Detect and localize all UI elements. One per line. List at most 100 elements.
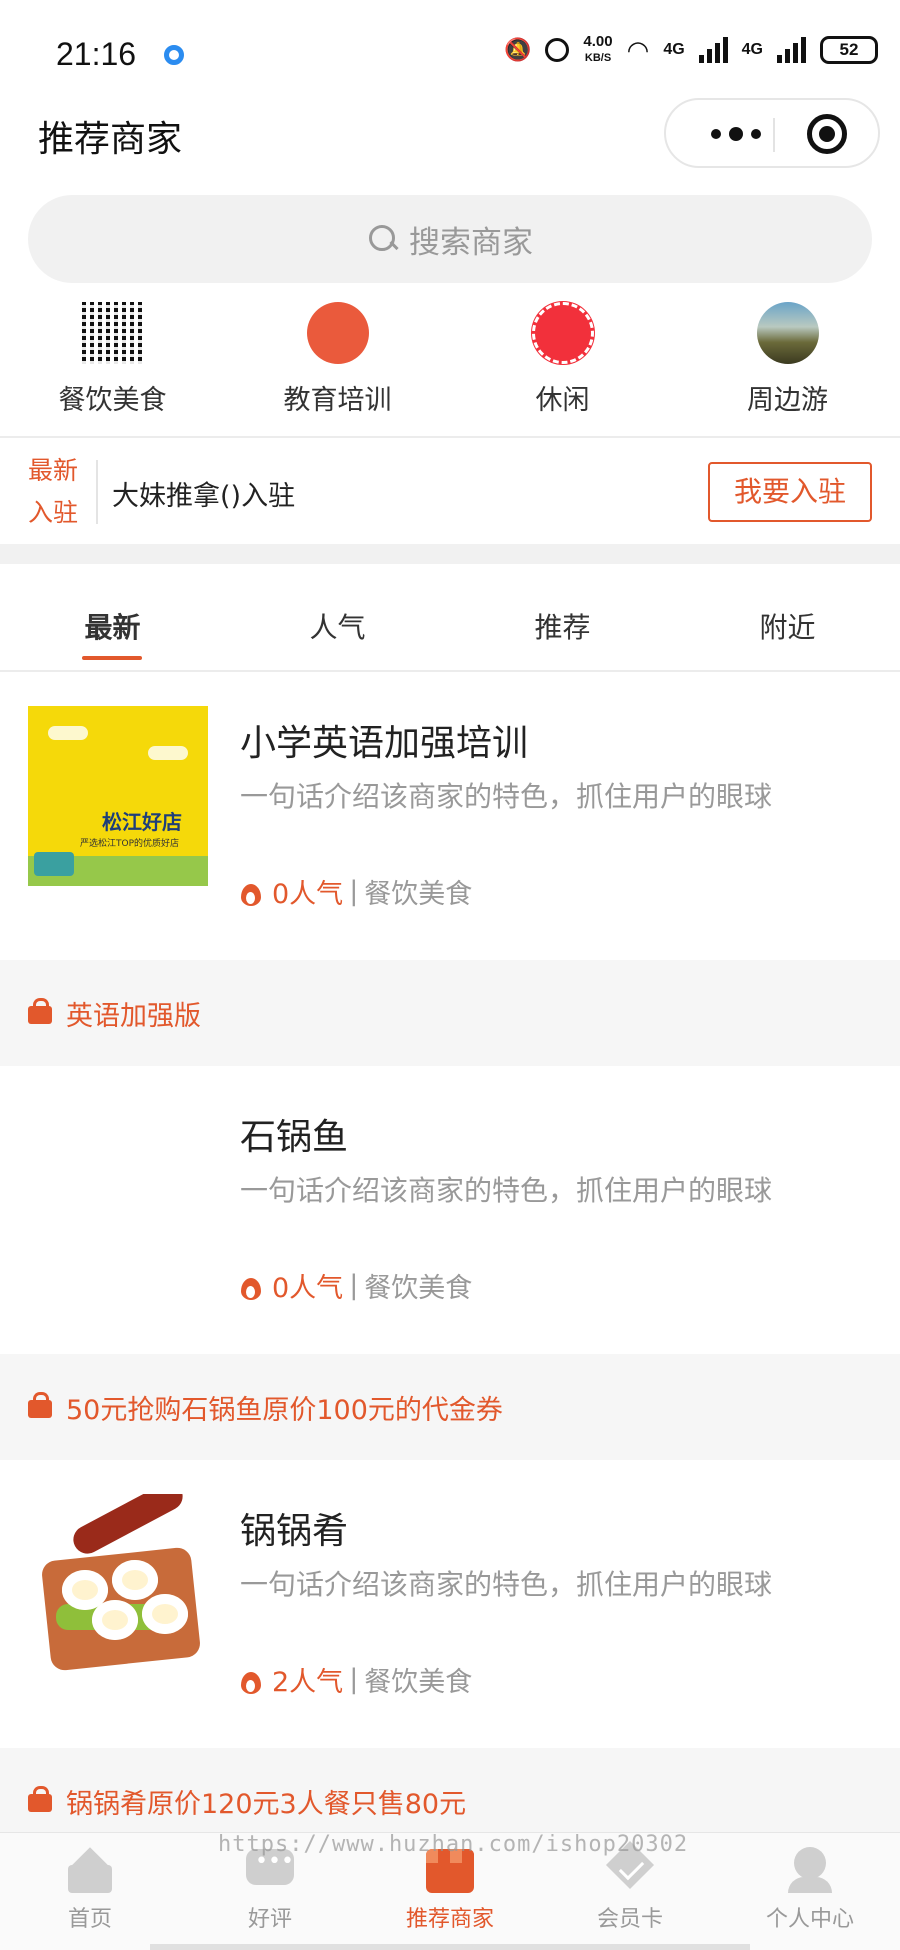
newest-join-tag: 最新 入驻	[28, 450, 88, 534]
nav-label: 首页	[67, 1907, 112, 1932]
meta-separator: |	[349, 1664, 359, 1695]
page-title: 推荐商家	[38, 119, 183, 160]
tab-nearby[interactable]: 附近	[675, 564, 900, 670]
shop-card[interactable]: 松江好店 严选松江TOP的优质好店 小学英语加强培训 一句话介绍该商家的特色，抓…	[0, 674, 900, 960]
tab-newest[interactable]: 最新	[0, 564, 225, 670]
image-subtitle: 严选松江TOP的优质好店	[80, 839, 180, 849]
divider	[0, 436, 900, 438]
section-gap	[0, 544, 900, 564]
popularity: 0人气	[272, 1273, 344, 1304]
nav-label: 好评	[247, 1907, 292, 1932]
qr-code-icon	[81, 302, 144, 364]
bus-illustration	[34, 852, 74, 876]
shop-category: 餐饮美食	[364, 1273, 473, 1304]
meta-separator: |	[349, 1270, 359, 1301]
coupon-text: 50元抢购石锅鱼原价100元的代金券	[66, 1395, 503, 1426]
shop-name: 锅锅肴	[240, 1511, 349, 1552]
shop-description: 一句话介绍该商家的特色，抓住用户的眼球	[240, 1568, 773, 1601]
shop-description: 一句话介绍该商家的特色，抓住用户的眼球	[240, 1174, 773, 1207]
category-item-leisure[interactable]: 休闲	[450, 302, 675, 432]
category-label: 休闲	[535, 385, 590, 416]
meta-separator: |	[349, 876, 359, 907]
nav-profile[interactable]: 个人中心	[720, 1833, 900, 1950]
tag-line: 入驻	[28, 498, 79, 527]
shop-category: 餐饮美食	[364, 1667, 473, 1698]
sort-tabs: 最新 人气 推荐 附近	[0, 564, 900, 672]
fire-icon	[240, 878, 262, 906]
divider	[96, 460, 98, 524]
tab-popular[interactable]: 人气	[225, 564, 450, 670]
fire-icon	[240, 1666, 262, 1694]
shop-description: 一句话介绍该商家的特色，抓住用户的眼球	[240, 780, 773, 813]
coupon-text: 英语加强版	[66, 1001, 201, 1032]
category-item-tour[interactable]: 周边游	[675, 302, 900, 432]
tag-line: 最新	[28, 456, 79, 485]
fire-icon	[240, 1272, 262, 1300]
category-item-education[interactable]: 教育培训	[225, 302, 450, 432]
shop-image: 松江好店 严选松江TOP的优质好店	[28, 706, 208, 886]
newest-join-bar: 最新 入驻 大妹推拿()入驻 我要入驻	[0, 440, 900, 544]
popularity: 2人气	[272, 1667, 344, 1698]
status-icons: 🔕 4.00 KB/S ◠ 4G 4G 52	[504, 34, 878, 66]
mini-program-capsule	[664, 98, 880, 168]
wifi-icon: ◠	[626, 34, 650, 65]
shop-card[interactable]: 锅锅肴 一句话介绍该商家的特色，抓住用户的眼球 2人气 | 餐饮美食	[0, 1462, 900, 1748]
search-placeholder: 搜索商家	[409, 224, 533, 261]
shopping-bag-icon	[28, 998, 52, 1024]
watermark: https://www.huzhan.com/ishop20302	[218, 1832, 689, 1857]
shop-card[interactable]: 石锅鱼 一句话介绍该商家的特色，抓住用户的眼球 0人气 | 餐饮美食	[0, 1068, 900, 1354]
red-circle-icon	[531, 302, 594, 364]
home-indicator	[150, 1944, 750, 1950]
network-type-1: 4G	[663, 41, 685, 58]
shop-meta: 2人气 | 餐饮美食	[240, 1660, 472, 1699]
shopping-bag-icon	[28, 1392, 52, 1418]
shop-meta: 0人气 | 餐饮美食	[240, 872, 472, 911]
popularity: 0人气	[272, 879, 344, 910]
shop-name: 石锅鱼	[240, 1117, 349, 1158]
title-bar: 推荐商家	[0, 96, 900, 176]
category-label: 餐饮美食	[58, 385, 167, 416]
join-button[interactable]: 我要入驻	[708, 462, 872, 522]
capsule-divider	[773, 118, 775, 152]
category-grid: 餐饮美食 教育培训 休闲 周边游	[0, 302, 900, 432]
close-target-icon[interactable]	[807, 114, 847, 154]
nav-home[interactable]: 首页	[0, 1833, 180, 1950]
shop-meta: 0人气 | 餐饮美食	[240, 1266, 472, 1305]
nav-label: 个人中心	[765, 1907, 854, 1932]
search-input[interactable]: 搜索商家	[28, 195, 872, 283]
nav-label: 推荐商家	[405, 1907, 494, 1932]
coupon-row[interactable]: 英语加强版	[0, 960, 900, 1066]
speed-unit: KB/S	[584, 52, 612, 64]
nav-label: 会员卡	[596, 1907, 663, 1932]
coupon-text: 锅锅肴原价120元3人餐只售80元	[66, 1789, 467, 1820]
status-time: 21:16	[56, 36, 137, 72]
mute-vibrate-icon: 🔕	[504, 37, 532, 62]
image-sign: 松江好店	[102, 810, 182, 834]
shopping-bag-icon	[28, 1786, 52, 1812]
search-icon	[367, 223, 399, 255]
home-icon	[64, 1845, 116, 1893]
alarm-icon	[545, 38, 570, 62]
speed-value: 4.00	[583, 33, 613, 50]
newest-join-text[interactable]: 大妹推拿()入驻	[112, 474, 295, 513]
network-type-2: 4G	[741, 41, 763, 58]
user-icon	[784, 1845, 836, 1893]
status-bar: 21:16 🔕 4.00 KB/S ◠ 4G 4G 52	[0, 0, 900, 100]
shop-image	[28, 1494, 208, 1674]
tab-recommended[interactable]: 推荐	[450, 564, 675, 670]
shop-category: 餐饮美食	[364, 879, 473, 910]
battery-icon: 52	[820, 36, 878, 64]
category-label: 教育培训	[283, 385, 392, 416]
category-item-food[interactable]: 餐饮美食	[0, 302, 225, 432]
badge-icon	[306, 302, 369, 364]
location-dot-icon	[164, 45, 184, 65]
more-dots-icon[interactable]	[696, 118, 776, 150]
shop-name: 小学英语加强培训	[240, 723, 529, 764]
coupon-row[interactable]: 锅锅肴原价120元3人餐只售80元	[0, 1748, 900, 1832]
category-label: 周边游	[747, 385, 828, 416]
coupon-row[interactable]: 50元抢购石锅鱼原价100元的代金券	[0, 1354, 900, 1460]
landscape-icon	[756, 302, 819, 364]
network-speed: 4.00 KB/S	[583, 34, 612, 66]
signal-icon	[777, 37, 806, 63]
signal-icon	[698, 37, 728, 63]
